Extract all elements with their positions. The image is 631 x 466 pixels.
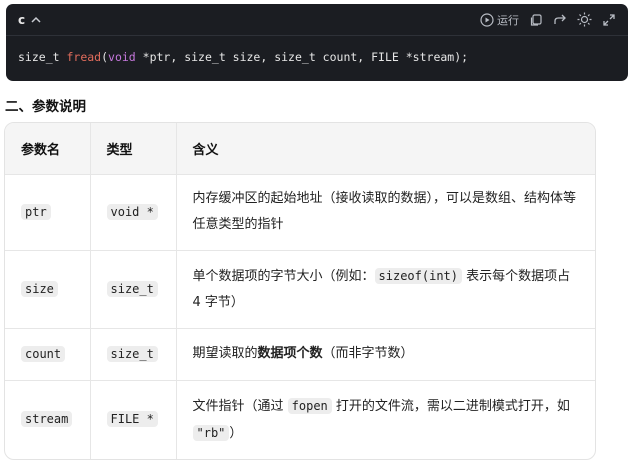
param-name-cell: count bbox=[5, 328, 91, 381]
table-row: ptr void * 内存缓冲区的起始地址（接收读取的数据），可以是数组、结构体… bbox=[5, 174, 595, 251]
play-icon bbox=[480, 12, 494, 27]
param-type: size_t bbox=[106, 280, 158, 297]
param-name: count bbox=[21, 345, 66, 362]
param-desc-emphasis: 数据项个数 bbox=[257, 346, 323, 361]
code-token: *ptr, size_t size, size_t count, FILE *s… bbox=[135, 50, 469, 64]
param-desc-text: 内存缓冲区的起始地址（接收读取的数据），可以是数组、结构体等任意类型的指针 bbox=[192, 191, 577, 232]
param-name-cell: stream bbox=[5, 380, 91, 459]
code-toolbar: 运行 bbox=[480, 12, 616, 28]
run-button[interactable]: 运行 bbox=[480, 12, 519, 28]
copy-button[interactable] bbox=[529, 13, 543, 27]
code-token-keyword: void bbox=[108, 50, 136, 64]
param-desc-cell: 文件指针（通过 fopen 打开的文件流，需以二进制模式打开，如 "rb"） bbox=[176, 380, 595, 459]
code-header: c 运行 bbox=[6, 4, 628, 36]
expand-icon bbox=[602, 13, 616, 27]
param-desc-text: （而非字节数） bbox=[322, 346, 414, 361]
run-label: 运行 bbox=[497, 13, 519, 27]
param-desc-text: ） bbox=[229, 425, 243, 441]
inline-code: sizeof(int) bbox=[374, 267, 462, 284]
chevron-up-icon[interactable] bbox=[29, 13, 43, 27]
param-type: FILE * bbox=[106, 411, 158, 428]
param-type: size_t bbox=[106, 345, 158, 362]
code-block: c 运行 size_t fread(void *ptr, size_t size… bbox=[6, 4, 628, 81]
param-type: void * bbox=[106, 203, 158, 220]
column-header-type: 类型 bbox=[90, 123, 177, 175]
param-desc-text: 期望读取的 bbox=[192, 346, 258, 361]
param-desc-text: 单个数据项的字节大小（例如： bbox=[192, 268, 375, 284]
param-name-cell: ptr bbox=[5, 174, 91, 251]
code-token-function: fread bbox=[66, 50, 102, 64]
param-name: stream bbox=[21, 411, 73, 428]
param-type-cell: void * bbox=[90, 174, 177, 251]
code-content: size_t fread(void *ptr, size_t size, siz… bbox=[6, 36, 628, 78]
param-desc-cell: 内存缓冲区的起始地址（接收读取的数据），可以是数组、结构体等任意类型的指针 bbox=[176, 174, 595, 251]
copy-icon bbox=[529, 13, 543, 27]
param-name: size bbox=[21, 280, 58, 297]
share-button[interactable] bbox=[553, 13, 567, 27]
code-token: size_t bbox=[18, 50, 67, 64]
inline-code: fopen bbox=[287, 397, 332, 414]
code-language-label: c bbox=[18, 12, 26, 27]
share-arrow-icon bbox=[553, 13, 567, 27]
param-type-cell: size_t bbox=[90, 250, 177, 329]
param-name: ptr bbox=[21, 203, 51, 220]
param-type-cell: size_t bbox=[90, 328, 177, 381]
code-token: ( bbox=[101, 50, 109, 64]
param-desc-cell: 期望读取的数据项个数（而非字节数） bbox=[176, 328, 595, 381]
param-desc-text: 打开的文件流，需以二进制模式打开，如 bbox=[331, 398, 570, 414]
theme-toggle-button[interactable] bbox=[577, 12, 592, 27]
parameter-table: 参数名 类型 含义 ptr void * 内存缓冲区的起始地址（接收读取的数据）… bbox=[4, 122, 596, 460]
table-header-row: 参数名 类型 含义 bbox=[5, 123, 595, 175]
param-desc-cell: 单个数据项的字节大小（例如： sizeof(int) 表示每个数据项占 4 字节） bbox=[176, 250, 595, 329]
column-header-name: 参数名 bbox=[5, 123, 91, 175]
expand-button[interactable] bbox=[602, 13, 616, 27]
sun-icon bbox=[577, 12, 592, 27]
table-row: size size_t 单个数据项的字节大小（例如： sizeof(int) 表示… bbox=[5, 250, 595, 329]
inline-code: "rb" bbox=[192, 424, 230, 441]
table-row: stream FILE * 文件指针（通过 fopen 打开的文件流，需以二进制… bbox=[5, 380, 595, 459]
param-name-cell: size bbox=[5, 250, 91, 329]
param-type-cell: FILE * bbox=[90, 380, 177, 459]
section-title: 二、参数说明 bbox=[5, 99, 86, 115]
param-desc-text: 文件指针（通过 bbox=[192, 398, 288, 414]
table-row: count size_t 期望读取的数据项个数（而非字节数） bbox=[5, 328, 595, 381]
column-header-meaning: 含义 bbox=[176, 123, 595, 175]
